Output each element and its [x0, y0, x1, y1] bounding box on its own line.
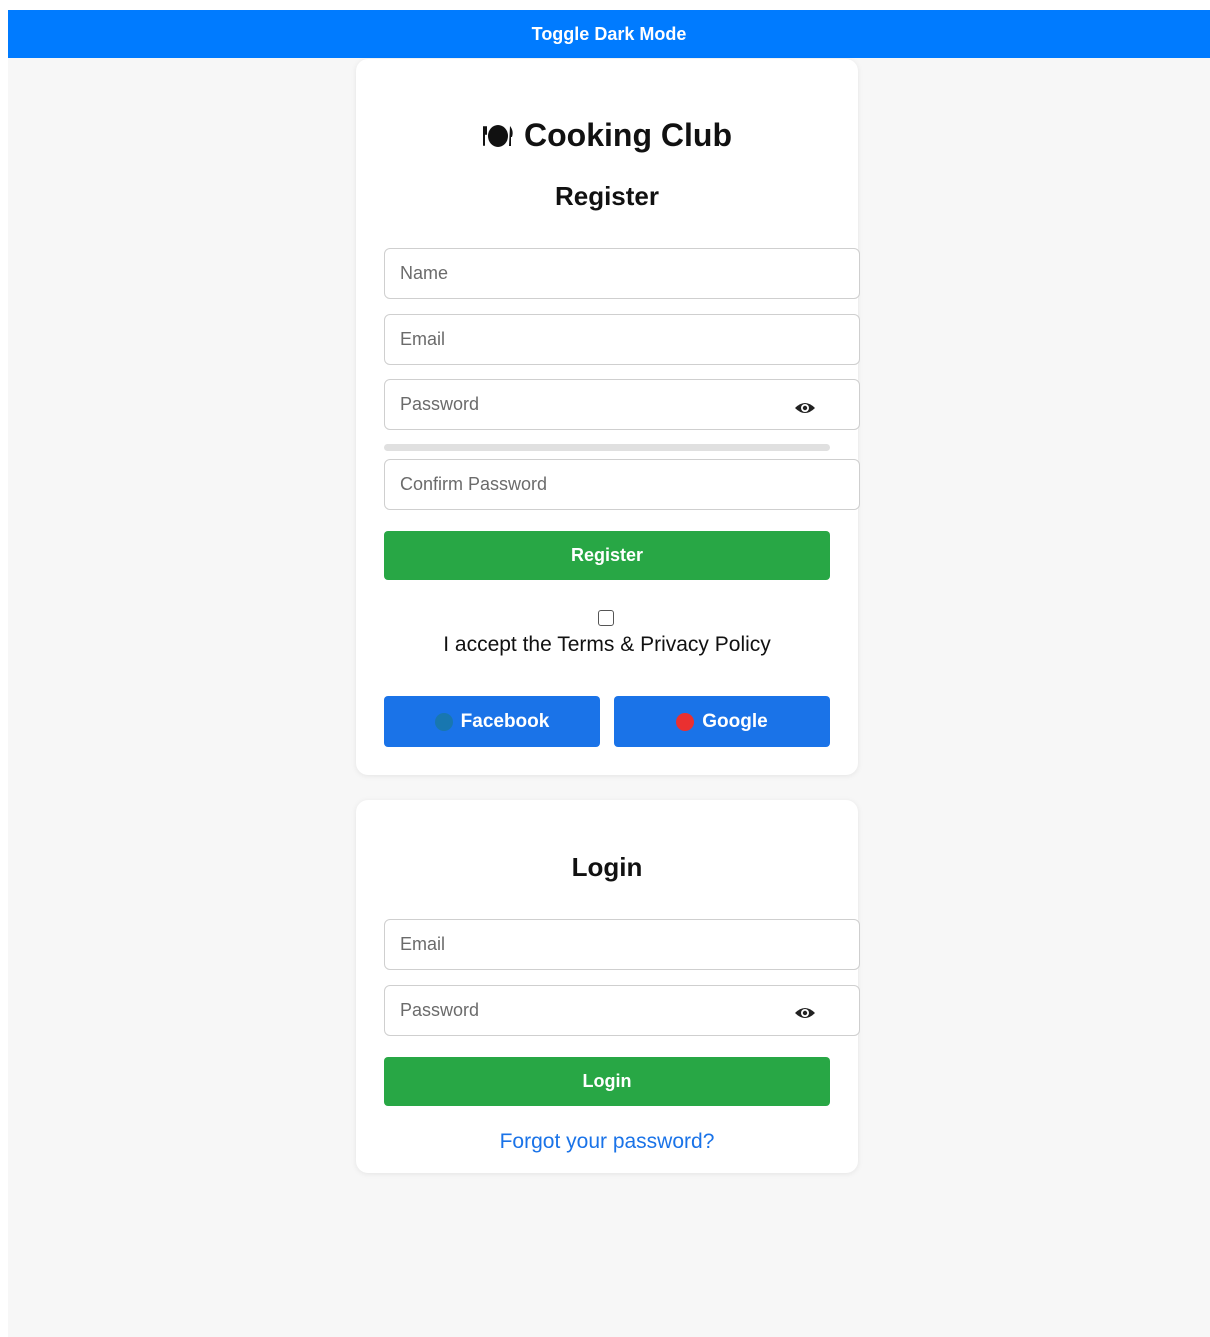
forgot-password-link[interactable]: Forgot your password? [356, 1130, 858, 1154]
register-password-input[interactable] [384, 379, 860, 430]
confirm-password-input[interactable] [384, 459, 860, 510]
terms-label: I accept the Terms & Privacy Policy [443, 633, 771, 656]
terms-checkbox[interactable] [598, 610, 614, 626]
register-email-input[interactable] [384, 314, 860, 365]
show-login-password-eye-icon[interactable] [794, 1005, 816, 1021]
register-heading: Register [554, 181, 660, 211]
google-icon [676, 712, 695, 731]
login-password-input[interactable] [384, 985, 860, 1036]
plate-cutlery-icon [483, 124, 513, 147]
login-heading: Login [571, 852, 643, 882]
google-login-button[interactable]: Google [614, 696, 830, 747]
facebook-icon [434, 712, 453, 731]
register-card: Cooking Club Register Register I accept … [356, 59, 860, 775]
login-card: Login Login Forgot your password? [356, 800, 860, 1173]
facebook-login-button[interactable]: Facebook [384, 696, 600, 747]
brand-title: Cooking Club [356, 117, 858, 154]
login-email-input[interactable] [384, 919, 860, 970]
name-input[interactable] [384, 248, 860, 299]
toggle-dark-mode-button[interactable]: Toggle Dark Mode [8, 10, 1210, 58]
login-button[interactable]: Login [384, 1057, 830, 1106]
show-password-eye-icon[interactable] [794, 400, 816, 416]
page-background: Toggle Dark Mode Cooking Club Register R… [8, 10, 1210, 1337]
google-label: Google [702, 710, 768, 732]
facebook-label: Facebook [460, 710, 550, 732]
register-button[interactable]: Register [384, 531, 830, 580]
brand-name: Cooking Club [524, 117, 732, 153]
password-strength-bar [384, 444, 830, 451]
